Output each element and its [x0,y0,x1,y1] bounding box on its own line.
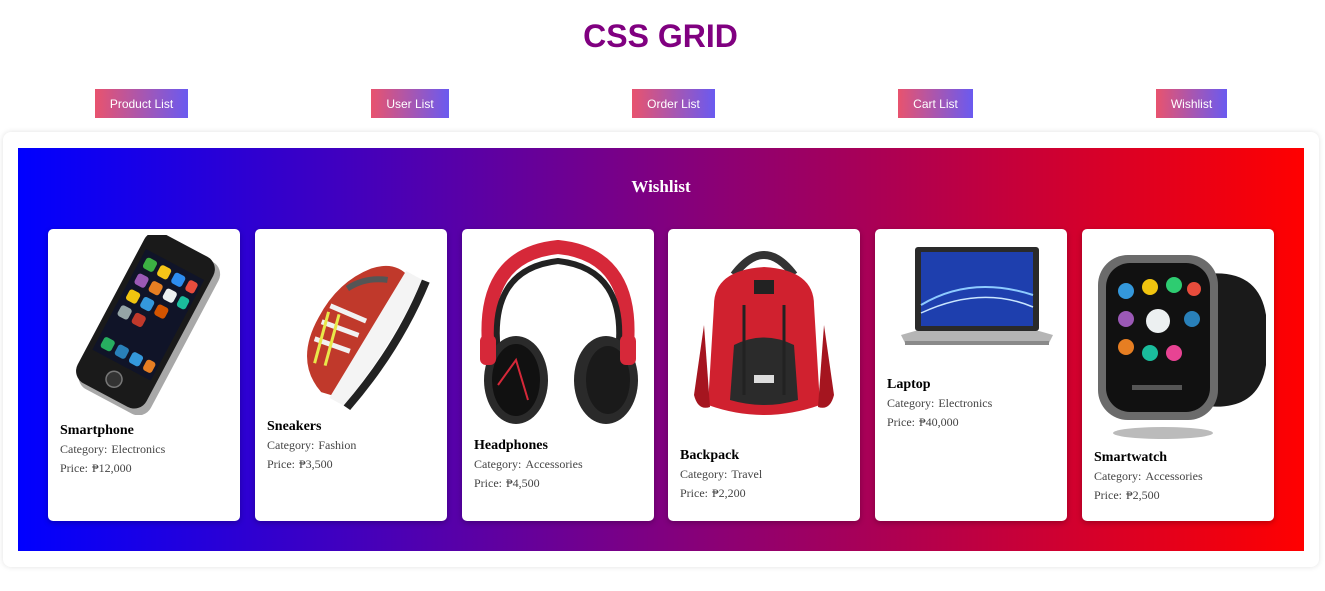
backpack-image [694,251,834,415]
price-prefix: Price: [474,476,502,490]
product-category: Electronics [111,442,166,456]
product-card-headphones[interactable]: Headphones Category: Accessories Price: … [462,229,654,521]
category-prefix: Category: [1094,469,1142,483]
product-card-backpack[interactable]: Backpack Category: Travel Price: ₱2,200 [668,229,860,521]
category-prefix: Category: [887,396,935,410]
product-category: Electronics [938,396,993,410]
category-prefix: Category: [60,442,108,456]
product-card-laptop[interactable]: Laptop Category: Electronics Price: ₱40,… [875,229,1067,521]
wishlist-section: Wishlist Smartphone Category: Electronic… [18,148,1304,551]
product-category: Accessories [1145,469,1203,483]
laptop-image [901,247,1053,345]
smartphone-image [76,235,221,415]
price-prefix: Price: [1094,488,1122,502]
sneakers-image [307,265,430,411]
price-prefix: Price: [60,461,88,475]
product-name: Smartwatch [1094,450,1168,465]
headphones-image [480,239,638,424]
product-price: ₱4,500 [506,476,540,490]
product-category: Travel [731,467,763,481]
product-price: ₱2,500 [1126,488,1160,502]
section-title: Wishlist [631,177,691,196]
product-category: Accessories [525,457,583,471]
nav-order-list-button[interactable]: Order List [632,89,715,118]
price-prefix: Price: [680,486,708,500]
product-category: Fashion [318,438,357,452]
product-price: ₱3,500 [299,457,333,471]
nav-wishlist-button[interactable]: Wishlist [1156,89,1227,118]
nav-product-list-button[interactable]: Product List [95,89,188,118]
product-name: Laptop [887,377,931,392]
product-name: Sneakers [267,419,322,434]
product-card-smartphone[interactable]: Smartphone Category: Electronics Price: … [48,229,240,521]
product-name: Smartphone [60,423,134,438]
nav-user-list-button[interactable]: User List [371,89,449,118]
product-card-sneakers[interactable]: Sneakers Category: Fashion Price: ₱3,500 [255,229,447,521]
price-prefix: Price: [887,415,915,429]
product-name: Headphones [474,438,548,453]
product-card-smartwatch[interactable]: Smartwatch Category: Accessories Price: … [1082,229,1274,521]
product-price: ₱2,200 [712,486,746,500]
product-price: ₱40,000 [919,415,959,429]
category-prefix: Category: [680,467,728,481]
smartwatch-image [1098,255,1266,439]
page-title: CSS GRID [583,18,738,54]
category-prefix: Category: [474,457,522,471]
category-prefix: Category: [267,438,315,452]
product-price: ₱12,000 [92,461,132,475]
price-prefix: Price: [267,457,295,471]
nav-cart-list-button[interactable]: Cart List [898,89,973,118]
product-name: Backpack [680,448,740,463]
